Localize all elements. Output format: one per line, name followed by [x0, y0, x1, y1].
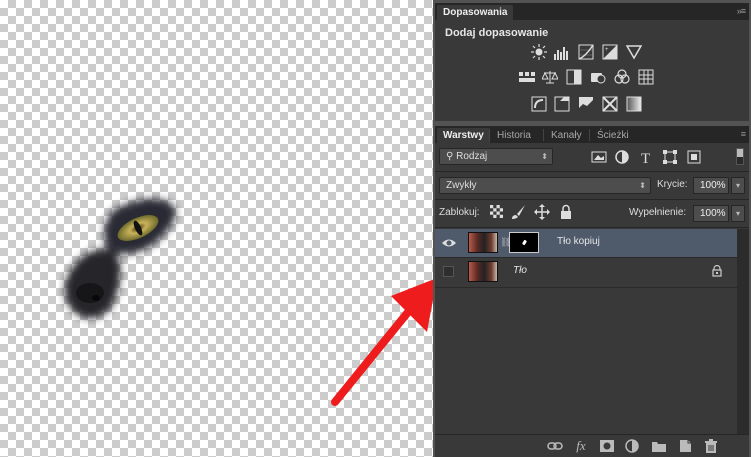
filter-type-icon[interactable]: T [638, 149, 654, 165]
red-arrow-annotation [331, 278, 437, 406]
layers-footer: fx [435, 434, 749, 457]
visibility-toggle-empty[interactable] [443, 266, 454, 277]
tab-warstwy[interactable]: Warstwy [437, 128, 490, 143]
cat-eye-image [64, 198, 176, 319]
threshold-icon[interactable] [578, 96, 594, 112]
layers-panel-menu-icon[interactable]: ≡ [741, 129, 746, 139]
filter-toggle-switch[interactable] [736, 148, 744, 165]
new-group-folder-icon[interactable] [651, 439, 667, 453]
lock-position-icon[interactable] [534, 204, 550, 220]
tab-kanaly[interactable]: Kanały [545, 128, 588, 143]
layers-panel: Warstwy Historia Kanały Ścieżki ≡ ⚲ Rodz… [435, 126, 749, 457]
layer-name[interactable]: Tło kopiuj [557, 236, 600, 247]
new-layer-icon[interactable] [677, 439, 693, 453]
tab-historia[interactable]: Historia [491, 128, 537, 143]
search-icon: ⚲ [446, 151, 454, 162]
chevron-updown-icon: ⬍ [639, 181, 646, 190]
svg-text:+: + [605, 47, 609, 53]
channel-mixer-icon[interactable] [614, 69, 630, 85]
layer-style-fx-button[interactable]: fx [573, 439, 589, 453]
lock-image-pixels-icon[interactable] [511, 204, 527, 220]
filter-shape-icon[interactable] [662, 149, 678, 165]
eye-icon[interactable] [441, 235, 457, 251]
add-mask-icon[interactable] [599, 439, 615, 453]
layer-thumbnail [468, 261, 498, 282]
invert-icon[interactable] [531, 96, 547, 112]
brightness-contrast-icon[interactable] [531, 44, 547, 60]
vibrance-icon[interactable] [626, 44, 642, 60]
color-balance-icon[interactable] [542, 69, 558, 85]
layer-thumbnail [468, 232, 498, 253]
blend-mode-value: Zwykły [446, 180, 477, 191]
layers-scrollbar[interactable] [737, 229, 749, 435]
filter-smart-object-icon[interactable] [686, 149, 702, 165]
lock-label: Zablokuj: [439, 207, 480, 218]
link-chain-icon[interactable]: ⛓ [500, 237, 511, 249]
lock-transparent-pixels-icon[interactable] [490, 205, 503, 218]
fill-label: Wypełnienie: [629, 207, 687, 218]
layer-filter-value: Rodzaj [456, 151, 488, 162]
trash-icon[interactable] [703, 439, 719, 453]
tab-sciezki[interactable]: Ścieżki [591, 128, 635, 143]
panel-menu-icon[interactable]: »≡ [737, 6, 746, 16]
chevron-updown-icon: ⬍ [541, 152, 548, 161]
gradient-map-icon[interactable] [626, 96, 642, 112]
lock-all-icon[interactable] [558, 204, 574, 220]
layer-row-tlo[interactable]: Tło [435, 258, 737, 286]
selective-color-icon[interactable] [602, 96, 618, 112]
blend-mode-dropdown[interactable]: Zwykły ⬍ [439, 177, 651, 194]
filter-pixel-icon[interactable] [591, 149, 607, 165]
color-lookup-icon[interactable] [638, 69, 654, 85]
tab-adjustments[interactable]: Dopasowania [437, 5, 514, 20]
fill-input[interactable]: 100% [693, 205, 729, 222]
document-canvas[interactable] [0, 0, 437, 457]
opacity-label: Krycie: [657, 179, 688, 190]
opacity-input[interactable]: 100% [693, 177, 729, 194]
layer-filter-dropdown[interactable]: ⚲ Rodzaj ⬍ [439, 148, 553, 165]
black-white-icon[interactable] [566, 69, 582, 85]
fill-dropdown-arrow[interactable]: ▾ [731, 205, 745, 222]
exposure-icon[interactable]: + [602, 44, 618, 60]
new-adjustment-layer-icon[interactable] [625, 439, 641, 453]
right-panel-dock: Dopasowania »≡ Dodaj dopasowanie + Warst… [433, 0, 751, 457]
photo-filter-icon[interactable] [590, 69, 606, 85]
adjustments-panel: Dopasowania »≡ Dodaj dopasowanie + [435, 3, 749, 121]
layer-mask-thumbnail[interactable] [509, 232, 539, 253]
layers-tabbar: Warstwy Historia Kanały Ścieżki ≡ [435, 126, 749, 143]
lock-icon[interactable] [711, 265, 723, 277]
hue-saturation-icon[interactable] [519, 69, 535, 85]
filter-adjustment-icon[interactable] [614, 149, 630, 165]
adjustments-tabbar: Dopasowania »≡ [435, 3, 749, 20]
layer-name[interactable]: Tło [513, 265, 527, 276]
layer-row-tlo-kopiuj[interactable]: ⛓ Tło kopiuj [435, 229, 737, 257]
posterize-icon[interactable] [554, 96, 570, 112]
adjustments-title: Dodaj dopasowanie [445, 27, 549, 39]
curves-icon[interactable] [578, 44, 594, 60]
svg-text:T: T [641, 151, 650, 165]
opacity-dropdown-arrow[interactable]: ▾ [731, 177, 745, 194]
link-layers-icon[interactable] [547, 439, 563, 453]
levels-icon[interactable] [554, 44, 570, 60]
